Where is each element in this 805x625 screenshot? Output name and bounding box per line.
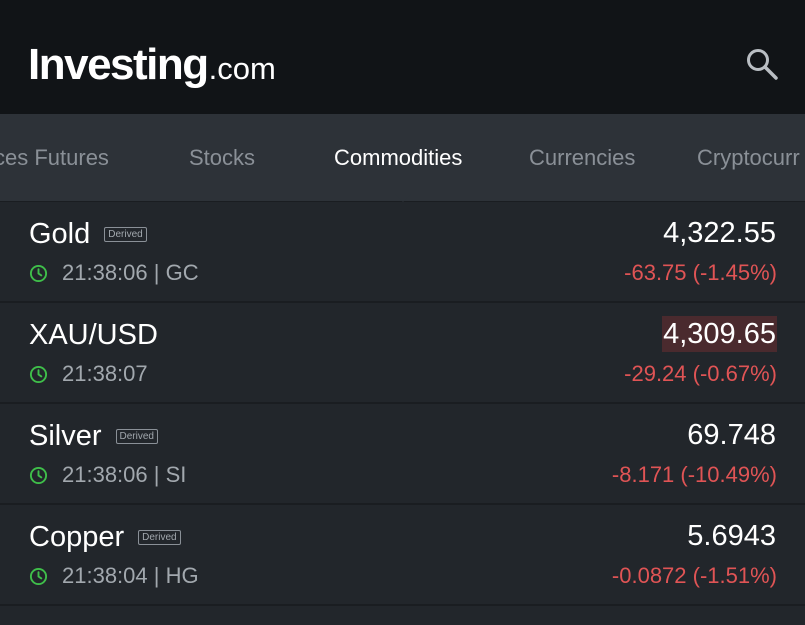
time-line: 21:38:06 | GC bbox=[29, 259, 199, 287]
tab-currencies[interactable]: Currencies bbox=[529, 144, 635, 172]
name-line: Copper Derived bbox=[29, 519, 181, 555]
instrument-name: XAU/USD bbox=[29, 319, 158, 351]
name-line: XAU/USD bbox=[29, 317, 158, 353]
time-line: 21:38:06 | SI bbox=[29, 461, 186, 489]
tab-indices-futures[interactable]: ces Futures bbox=[0, 144, 109, 172]
name-line: Gold Derived bbox=[29, 216, 147, 252]
derived-badge: Derived bbox=[104, 226, 147, 242]
tab-cryptocurrency[interactable]: Cryptocurr bbox=[697, 144, 800, 172]
clock-icon bbox=[29, 567, 48, 585]
active-tab-indicator bbox=[395, 194, 411, 202]
last-price: 4,309.65 bbox=[662, 316, 777, 352]
logo-suffix: .com bbox=[208, 51, 276, 86]
last-update-time: 21:38:07 bbox=[62, 361, 148, 386]
derived-badge: Derived bbox=[138, 529, 181, 545]
price-change: -63.75 (-1.45%) bbox=[624, 260, 777, 285]
search-icon[interactable] bbox=[744, 46, 780, 82]
time-line: 21:38:07 bbox=[29, 360, 148, 388]
instrument-name: Silver bbox=[29, 420, 102, 452]
name-line: Silver Derived bbox=[29, 418, 158, 454]
app-header: Investing .com bbox=[0, 0, 805, 114]
price-change: -0.0872 (-1.51%) bbox=[611, 563, 777, 588]
tab-stocks[interactable]: Stocks bbox=[189, 144, 255, 172]
list-item-copper[interactable]: Copper Derived 21:38:04 | HG 5.6943 -0.0… bbox=[0, 505, 805, 606]
last-update-time: 21:38:06 | SI bbox=[62, 462, 187, 487]
price-change: -8.171 (-10.49%) bbox=[611, 462, 777, 487]
commodities-list: Gold Derived 21:38:06 | GC 4,322.55 -63.… bbox=[0, 202, 805, 606]
last-price: 4,322.55 bbox=[663, 217, 776, 249]
investing-logo[interactable]: Investing .com bbox=[28, 40, 276, 90]
instrument-name: Gold bbox=[29, 218, 91, 250]
last-price: 5.6943 bbox=[687, 520, 776, 552]
price-change: -29.24 (-0.67%) bbox=[624, 361, 777, 386]
category-tabs: ces Futures Stocks Commodities Currencie… bbox=[0, 114, 805, 202]
list-item-xau-usd[interactable]: XAU/USD 21:38:07 4,309.65 -29.24 (-0.67%… bbox=[0, 303, 805, 404]
list-item-silver[interactable]: Silver Derived 21:38:06 | SI 69.748 -8.1… bbox=[0, 404, 805, 505]
instrument-name: Copper bbox=[29, 521, 125, 553]
time-line: 21:38:04 | HG bbox=[29, 562, 199, 590]
last-update-time: 21:38:06 | GC bbox=[62, 260, 199, 285]
last-price: 69.748 bbox=[687, 419, 776, 451]
last-update-time: 21:38:04 | HG bbox=[62, 563, 199, 588]
derived-badge: Derived bbox=[115, 428, 158, 444]
clock-icon bbox=[29, 264, 48, 282]
tab-commodities[interactable]: Commodities bbox=[334, 144, 462, 172]
clock-icon bbox=[29, 466, 48, 484]
logo-text: Investing bbox=[28, 40, 209, 89]
clock-icon bbox=[29, 365, 48, 383]
list-item-gold[interactable]: Gold Derived 21:38:06 | GC 4,322.55 -63.… bbox=[0, 202, 805, 303]
